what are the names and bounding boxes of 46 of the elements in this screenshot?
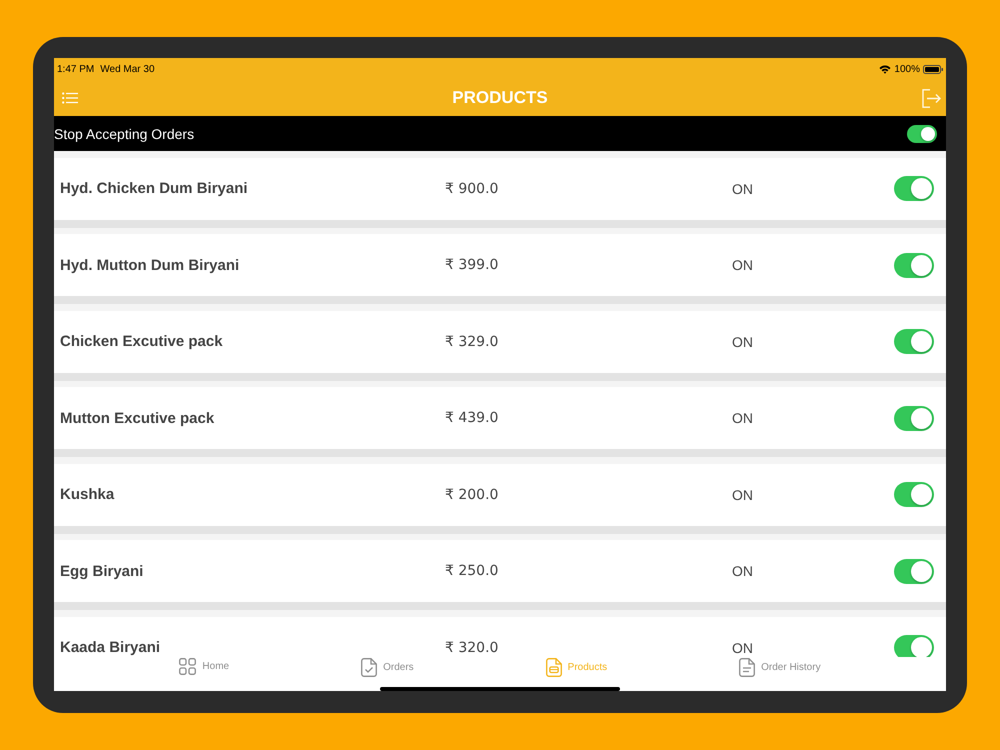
toggle-switch[interactable]: [894, 329, 934, 354]
toggle-switch[interactable]: [894, 482, 934, 507]
toggle-switch[interactable]: [894, 176, 934, 201]
product-name: Egg Biryani: [60, 562, 144, 580]
document-box-icon: [546, 658, 562, 677]
toggle-switch[interactable]: [894, 252, 934, 278]
toggle-switch[interactable]: [907, 124, 937, 142]
menu-icon[interactable]: [62, 92, 78, 104]
toggle-switch[interactable]: [894, 635, 934, 657]
product-price: ₹ 329.0: [445, 334, 500, 350]
product-price: ₹ 399.0: [445, 257, 500, 273]
toggle-switch[interactable]: [894, 558, 934, 584]
status-date: Wed Mar 30: [100, 64, 155, 74]
product-name: Hyd. Chicken Dum Biryani: [60, 180, 249, 197]
product-status: ON: [732, 257, 754, 273]
page-title: PRODUCTS: [452, 88, 548, 108]
product-name: Hyd. Mutton Dum Biryani: [60, 256, 240, 274]
product-price: ₹ 200.0: [445, 486, 500, 502]
product-price: ₹ 250.0: [445, 563, 500, 579]
logout-icon[interactable]: [922, 88, 941, 108]
wifi-icon: [879, 64, 892, 74]
status-time: 1:47 PM: [57, 64, 94, 74]
document-lines-icon: [739, 658, 756, 677]
product-price: ₹ 320.0: [445, 640, 500, 656]
toggle-switch[interactable]: [894, 406, 934, 430]
product-status: ON: [732, 334, 754, 350]
product-status: ON: [732, 640, 754, 656]
product-name: Kushka: [60, 486, 116, 503]
document-check-icon: [361, 658, 378, 677]
product-status: ON: [732, 180, 754, 196]
battery-icon: [923, 64, 943, 74]
tab[interactable]: Products: [546, 658, 608, 677]
product-price: ₹ 439.0: [445, 410, 500, 426]
product-name: Kaada Biryani: [60, 639, 162, 656]
tab[interactable]: Order History: [739, 658, 821, 677]
product-status: ON: [732, 410, 754, 426]
product-name: Mutton Excutive pack: [60, 410, 216, 426]
product-name: Chicken Excutive pack: [60, 333, 224, 350]
tab[interactable]: Home: [179, 658, 230, 675]
grid-icon: [179, 658, 196, 675]
product-status: ON: [732, 486, 754, 502]
tab[interactable]: Orders: [361, 658, 414, 677]
product-price: ₹ 900.0: [445, 180, 500, 196]
battery-percent: 100%: [894, 64, 920, 74]
product-status: ON: [732, 563, 754, 579]
stop-orders-label: Stop Accepting Orders: [54, 126, 194, 142]
